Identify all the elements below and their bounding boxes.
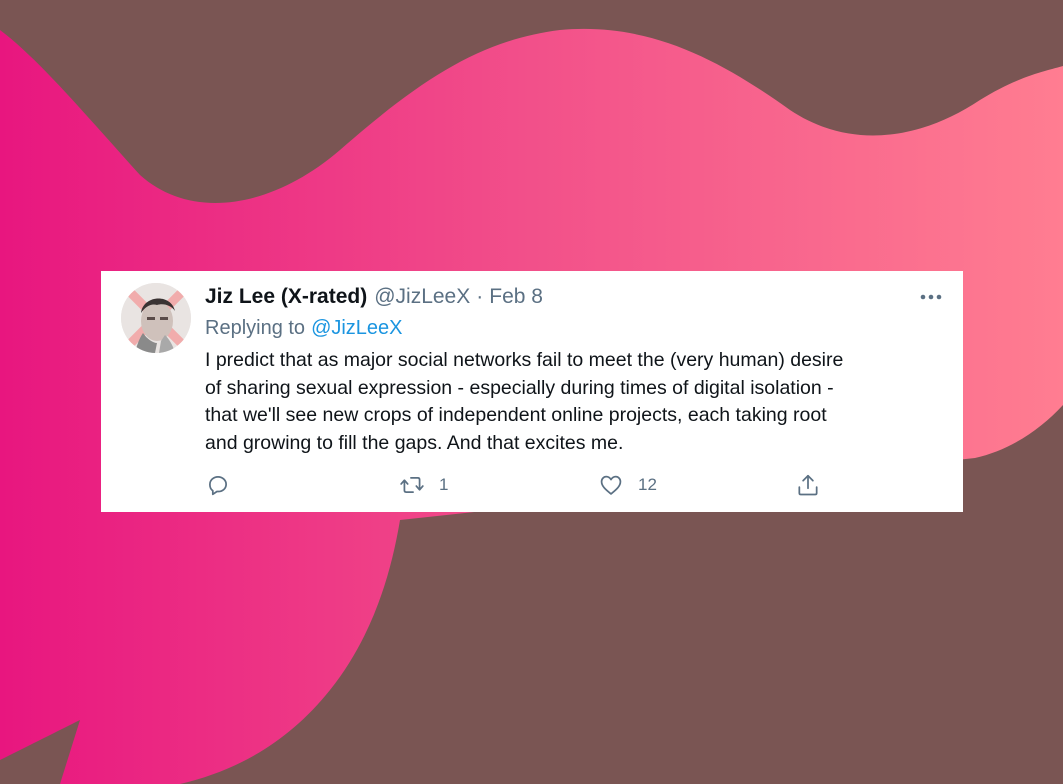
tweet-text-line: that we'll see new crops of independent … bbox=[205, 404, 827, 426]
share-icon bbox=[798, 474, 818, 496]
tweet-card[interactable]: Jiz Lee (X-rated) @JizLeeX · Feb 8 Reply… bbox=[101, 271, 963, 512]
avatar[interactable] bbox=[121, 283, 191, 353]
more-icon bbox=[920, 294, 942, 300]
reply-icon bbox=[209, 476, 227, 496]
user-handle[interactable]: @JizLeeX bbox=[374, 285, 470, 309]
replying-to: Replying to @JizLeeX bbox=[205, 317, 403, 340]
tweet-actions: 1 12 bbox=[205, 470, 825, 500]
share-button[interactable] bbox=[795, 470, 821, 500]
retweet-icon bbox=[400, 476, 424, 494]
retweet-button[interactable]: 1 bbox=[399, 470, 448, 500]
tweet-text: I predict that as major social networks … bbox=[205, 347, 945, 457]
retweet-count: 1 bbox=[439, 475, 449, 494]
reply-button[interactable] bbox=[205, 470, 245, 500]
like-button[interactable]: 12 bbox=[598, 470, 657, 500]
display-name[interactable]: Jiz Lee (X-rated) bbox=[205, 285, 367, 309]
replying-to-label: Replying to bbox=[205, 317, 306, 339]
heart-icon bbox=[600, 475, 622, 495]
tweet-text-line: of sharing sexual expression - especiall… bbox=[205, 376, 834, 399]
tweet-text-line: and growing to fill the gaps. And that e… bbox=[205, 431, 624, 454]
tweet-date[interactable]: Feb 8 bbox=[489, 285, 543, 309]
more-options-button[interactable] bbox=[917, 285, 945, 309]
page-background: Jiz Lee (X-rated) @JizLeeX · Feb 8 Reply… bbox=[0, 0, 1063, 784]
separator-dot: · bbox=[476, 285, 484, 308]
avatar-photo bbox=[121, 283, 191, 353]
tweet-header: Jiz Lee (X-rated) @JizLeeX · Feb 8 bbox=[205, 285, 543, 313]
like-count: 12 bbox=[638, 475, 657, 494]
tweet-text-line: I predict that as major social networks … bbox=[205, 349, 844, 371]
reply-mention-link[interactable]: @JizLeeX bbox=[311, 317, 402, 339]
